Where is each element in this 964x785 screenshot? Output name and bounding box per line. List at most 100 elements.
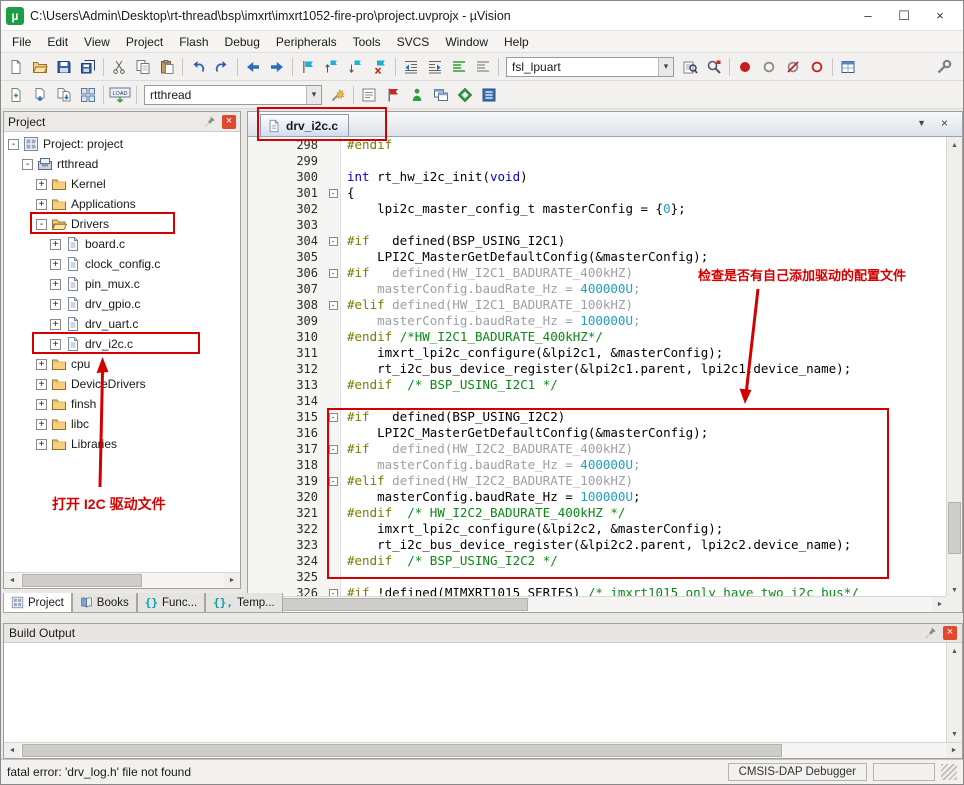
line-number[interactable]: 308: [248, 297, 326, 313]
pack-installer-icon[interactable]: [477, 83, 501, 107]
line-number[interactable]: 306: [248, 265, 326, 281]
target-combo-dropdown-icon[interactable]: ▾: [306, 86, 321, 104]
copy-icon[interactable]: [131, 55, 155, 79]
expand-icon[interactable]: +: [36, 179, 47, 190]
prev-bookmark-icon[interactable]: [320, 55, 344, 79]
navigate-forward-icon[interactable]: [265, 55, 289, 79]
breakpoint-toggle-icon[interactable]: [733, 55, 757, 79]
menu-help[interactable]: Help: [496, 32, 537, 52]
expand-icon[interactable]: +: [50, 239, 61, 250]
line-number[interactable]: 304: [248, 233, 326, 249]
code-line-317[interactable]: 317-#if defined(HW_I2C2_BADURATE_400kHZ): [248, 441, 948, 457]
view-tab-books[interactable]: Books: [72, 593, 137, 613]
minimize-button[interactable]: –: [850, 3, 886, 29]
code-line-323[interactable]: 323 rt_i2c_bus_device_register(&lpi2c2.p…: [248, 537, 948, 553]
fold-collapse-icon[interactable]: -: [326, 265, 341, 281]
tree-item-devicedrivers[interactable]: +DeviceDrivers: [4, 374, 240, 394]
code-line-309[interactable]: 309 masterConfig.baudRate_Hz = 100000U;: [248, 313, 948, 329]
scrollbar-thumb[interactable]: [22, 744, 782, 757]
code-line-324[interactable]: 324#endif /* BSP_USING_I2C2 */: [248, 553, 948, 569]
menu-debug[interactable]: Debug: [217, 32, 268, 52]
scroll-up-icon[interactable]: ▲: [947, 643, 962, 659]
batch-build-icon[interactable]: [76, 83, 100, 107]
tree-item-libc[interactable]: +libc: [4, 414, 240, 434]
build-icon[interactable]: [28, 83, 52, 107]
line-number[interactable]: 317: [248, 441, 326, 457]
menu-file[interactable]: File: [4, 32, 39, 52]
indent-left-icon[interactable]: [399, 55, 423, 79]
tree-item-cpu[interactable]: +cpu: [4, 354, 240, 374]
tree-item-drivers[interactable]: -Drivers: [4, 214, 240, 234]
code-line-322[interactable]: 322 imxrt_lpi2c_configure(&lpi2c2, &mast…: [248, 521, 948, 537]
rebuild-icon[interactable]: [52, 83, 76, 107]
configure-icon[interactable]: [932, 55, 956, 79]
tree-item-finsh[interactable]: +finsh: [4, 394, 240, 414]
find-combo-dropdown-icon[interactable]: ▾: [658, 58, 673, 76]
scrollbar-track[interactable]: [20, 573, 224, 588]
fold-collapse-icon[interactable]: -: [326, 441, 341, 457]
code-line-318[interactable]: 318 masterConfig.baudRate_Hz = 400000U;: [248, 457, 948, 473]
scroll-up-icon[interactable]: ▲: [947, 137, 962, 153]
flag-icon[interactable]: [381, 83, 405, 107]
expand-icon[interactable]: +: [50, 299, 61, 310]
code-line-305[interactable]: 305 LPI2C_MasterGetDefaultConfig(&master…: [248, 249, 948, 265]
scrollbar-track[interactable]: [20, 743, 946, 758]
line-number[interactable]: 302: [248, 201, 326, 217]
fold-collapse-icon[interactable]: -: [326, 473, 341, 489]
code-line-321[interactable]: 321#endif /* HW_I2C2_BADURATE_400kHZ */: [248, 505, 948, 521]
code-line-298[interactable]: 298#endif: [248, 137, 948, 153]
line-number[interactable]: 311: [248, 345, 326, 361]
line-number[interactable]: 314: [248, 393, 326, 409]
fold-collapse-icon[interactable]: -: [326, 297, 341, 313]
redo-icon[interactable]: [210, 55, 234, 79]
close-editor-icon[interactable]: ×: [941, 116, 948, 130]
scroll-left-icon[interactable]: ◄: [4, 573, 20, 588]
tree-item-clock-config-c[interactable]: +clock_config.c: [4, 254, 240, 274]
pin-icon[interactable]: [203, 115, 217, 129]
line-number[interactable]: 299: [248, 153, 326, 169]
uncomment-icon[interactable]: [471, 55, 495, 79]
scroll-right-icon[interactable]: ►: [224, 573, 240, 588]
collapse-icon[interactable]: -: [8, 139, 19, 150]
find-combo[interactable]: fsl_lpuart ▾: [506, 57, 674, 77]
code-line-319[interactable]: 319-#elif defined(HW_I2C2_BADURATE_100kH…: [248, 473, 948, 489]
code-line-315[interactable]: 315-#if defined(BSP_USING_I2C2): [248, 409, 948, 425]
scrollbar-thumb[interactable]: [948, 502, 961, 554]
breakpoints-enable-icon[interactable]: [805, 55, 829, 79]
code-line-301[interactable]: 301-{: [248, 185, 948, 201]
pin-icon[interactable]: [924, 626, 938, 640]
view-tab-project[interactable]: Project: [3, 593, 72, 613]
code-area[interactable]: 298#endif299300int rt_hw_i2c_init(void)3…: [248, 137, 948, 598]
next-bookmark-icon[interactable]: [344, 55, 368, 79]
window-layout-icon[interactable]: [836, 55, 860, 79]
open-file-icon[interactable]: [28, 55, 52, 79]
line-number[interactable]: 318: [248, 457, 326, 473]
line-number[interactable]: 319: [248, 473, 326, 489]
fold-collapse-icon[interactable]: -: [326, 233, 341, 249]
save-icon[interactable]: [52, 55, 76, 79]
file-extensions-icon[interactable]: [357, 83, 381, 107]
target-select-combo[interactable]: rtthread ▾: [144, 85, 322, 105]
insert-bookmark-icon[interactable]: [296, 55, 320, 79]
line-number[interactable]: 321: [248, 505, 326, 521]
project-panel-hscrollbar[interactable]: ◄ ►: [4, 572, 240, 588]
menu-view[interactable]: View: [76, 32, 118, 52]
editor-horizontal-scrollbar[interactable]: ◄ ►: [248, 596, 948, 612]
navigate-back-icon[interactable]: [241, 55, 265, 79]
code-line-310[interactable]: 310#endif /*HW_I2C1_BADURATE_400kHZ*/: [248, 329, 948, 345]
menu-edit[interactable]: Edit: [39, 32, 76, 52]
menu-window[interactable]: Window: [437, 32, 496, 52]
tree-item-kernel[interactable]: +Kernel: [4, 174, 240, 194]
line-number[interactable]: 324: [248, 553, 326, 569]
scrollbar-thumb[interactable]: [22, 574, 142, 587]
line-number[interactable]: 305: [248, 249, 326, 265]
fold-collapse-icon[interactable]: -: [326, 409, 341, 425]
menu-peripherals[interactable]: Peripherals: [268, 32, 345, 52]
line-number[interactable]: 323: [248, 537, 326, 553]
tree-item-drv-i2c-c[interactable]: +drv_i2c.c: [4, 334, 240, 354]
code-line-307[interactable]: 307 masterConfig.baudRate_Hz = 400000U;: [248, 281, 948, 297]
expand-icon[interactable]: +: [50, 259, 61, 270]
line-number[interactable]: 301: [248, 185, 326, 201]
line-number[interactable]: 300: [248, 169, 326, 185]
line-number[interactable]: 310: [248, 329, 326, 345]
